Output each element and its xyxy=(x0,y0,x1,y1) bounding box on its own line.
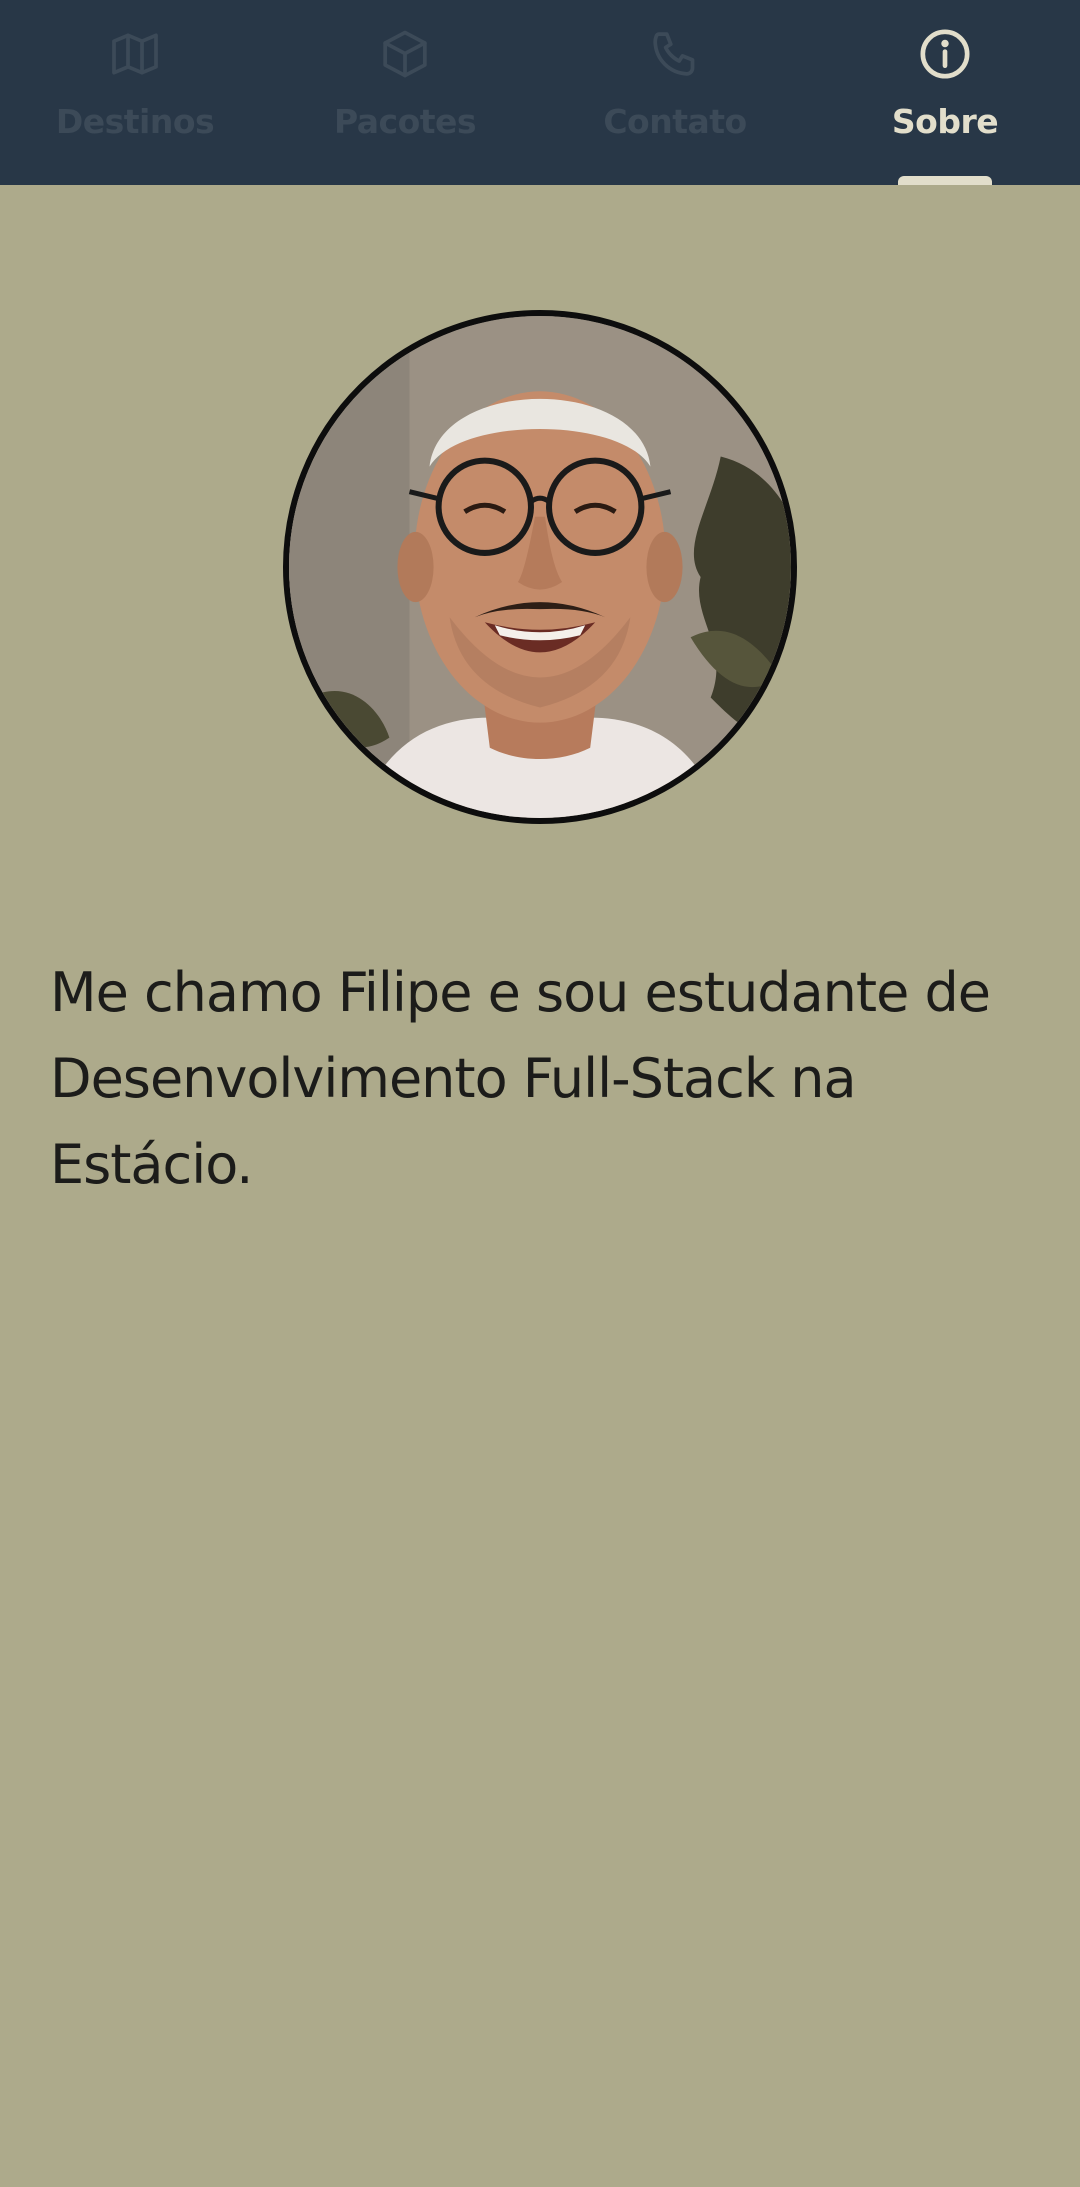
info-icon xyxy=(915,24,975,84)
tab-destinos[interactable]: Destinos xyxy=(0,0,270,185)
active-tab-indicator xyxy=(898,176,992,185)
about-bio-text: Me chamo Filipe e sou estudante de Desen… xyxy=(50,961,991,1196)
package-icon xyxy=(375,24,435,84)
tab-label: Contato xyxy=(603,102,747,141)
tab-contato[interactable]: Contato xyxy=(540,0,810,185)
phone-icon xyxy=(645,24,705,84)
tab-label: Pacotes xyxy=(333,102,477,141)
tab-label: Destinos xyxy=(55,102,215,141)
profile-avatar xyxy=(283,310,797,824)
tab-sobre[interactable]: Sobre xyxy=(810,0,1080,185)
map-icon xyxy=(105,24,165,84)
top-navigation: Destinos Pacotes Contato Sobre xyxy=(0,0,1080,185)
tab-label: Sobre xyxy=(891,102,999,141)
tab-pacotes[interactable]: Pacotes xyxy=(270,0,540,185)
